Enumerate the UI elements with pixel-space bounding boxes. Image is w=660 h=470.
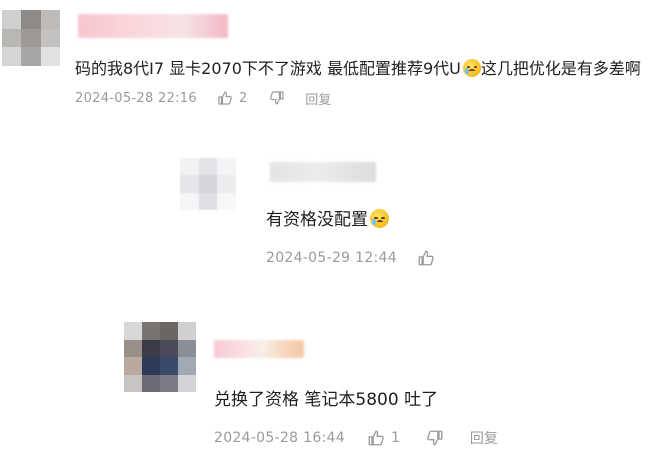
- comment-text-main: 码的我8代I7 显卡2070下不了游戏 最低配置推荐9代U: [75, 59, 461, 78]
- thumbs-down-icon[interactable]: [426, 429, 444, 447]
- comment-text-tail: 这几把优化是有多差啊: [480, 59, 641, 78]
- thumbs-up-icon[interactable]: [417, 249, 435, 267]
- cry-laugh-emoji: [370, 209, 389, 228]
- avatar[interactable]: [124, 322, 196, 392]
- like-count: 1: [390, 430, 400, 446]
- timestamp: 2024-05-29 12:44: [266, 250, 397, 266]
- reply-button[interactable]: 回复: [470, 428, 498, 448]
- reply-button[interactable]: 回复: [305, 89, 331, 108]
- avatar[interactable]: [2, 10, 60, 66]
- thumbs-down-icon[interactable]: [269, 90, 285, 106]
- username-redacted: [214, 340, 304, 358]
- comment-meta: 2024-05-29 12:44: [266, 248, 435, 268]
- username-redacted: [78, 14, 228, 38]
- like-count: 2: [238, 90, 248, 106]
- comment-text-main: 兑换了资格 笔记本5800 吐了: [214, 390, 439, 410]
- timestamp: 2024-05-28 16:44: [214, 430, 345, 446]
- comment-text: 码的我8代I7 显卡2070下不了游戏 最低配置推荐9代U 这几把优化是有多差啊: [75, 58, 641, 80]
- thumbs-up-icon[interactable]: [217, 90, 233, 106]
- username-redacted: [270, 162, 376, 182]
- comment-text: 兑换了资格 笔记本5800 吐了: [214, 388, 438, 412]
- timestamp: 2024-05-28 22:16: [75, 90, 197, 106]
- comment-meta: 2024-05-28 22:16 2 回复: [75, 89, 331, 108]
- comment-text-main: 有资格没配置: [266, 210, 368, 230]
- comment-meta: 2024-05-28 16:44 1 回复: [214, 428, 498, 448]
- cry-laugh-emoji: [462, 59, 481, 77]
- thumbs-up-icon[interactable]: [367, 429, 385, 447]
- avatar[interactable]: [180, 158, 236, 210]
- comment-text: 有资格没配置: [266, 208, 389, 232]
